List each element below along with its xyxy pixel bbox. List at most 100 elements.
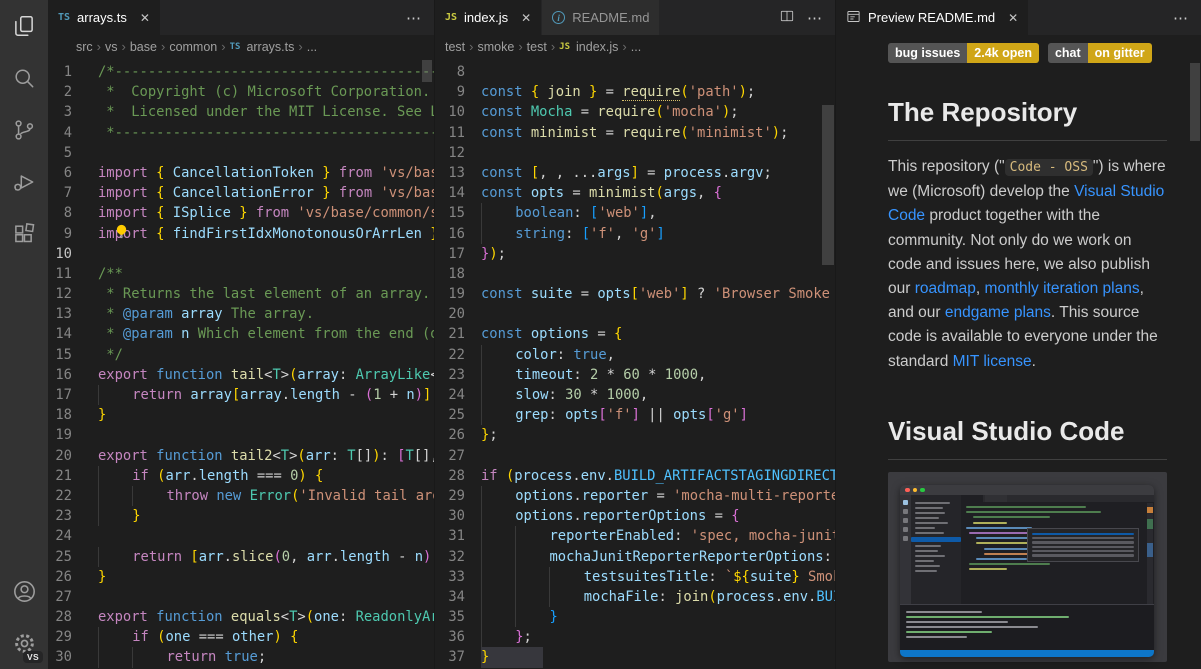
code-editor-arrays[interactable]: 1/*-------------------------------------… xyxy=(48,58,434,669)
code-line[interactable]: 25 return [arr.slice(0, arr.length - n),… xyxy=(48,547,434,567)
code-line[interactable]: 7import { CancellationError } from 'vs/b… xyxy=(48,183,434,203)
code-line[interactable]: 21 if (arr.length === 0) { xyxy=(48,466,434,486)
code-line[interactable]: 20export function tail2<T>(arr: T[]): [T… xyxy=(48,446,434,466)
search-icon[interactable] xyxy=(0,52,48,104)
breadcrumb-item[interactable]: common xyxy=(169,40,217,54)
readme-link[interactable]: monthly iteration plans xyxy=(985,280,1140,297)
run-debug-icon[interactable] xyxy=(0,156,48,208)
code-line[interactable]: 12 xyxy=(435,143,835,163)
code-line[interactable]: 11/** xyxy=(48,264,434,284)
tab-readme-md[interactable]: i README.md xyxy=(542,0,660,35)
code-line[interactable]: 15 */ xyxy=(48,345,434,365)
extensions-icon[interactable] xyxy=(0,208,48,260)
code-line[interactable]: 20 xyxy=(435,304,835,324)
code-line[interactable]: 8import { ISplice } from 'vs/base/common… xyxy=(48,203,434,223)
code-line[interactable]: 26} xyxy=(48,567,434,587)
code-line[interactable]: 14const opts = minimist(args, { xyxy=(435,183,835,203)
breadcrumb[interactable]: src›vs›base›common›TSarrays.ts›... xyxy=(48,35,434,58)
breadcrumb[interactable]: test›smoke›test›JSindex.js›... xyxy=(435,35,835,58)
code-line[interactable]: 15 boolean: ['web'], xyxy=(435,203,835,223)
code-line[interactable]: 22 color: true, xyxy=(435,345,835,365)
breadcrumb-item[interactable]: vs xyxy=(105,40,118,54)
tab-arrays-ts[interactable]: TS arrays.ts ✕ xyxy=(48,0,161,35)
code-line[interactable]: 28export function equals<T>(one: Readonl… xyxy=(48,607,434,627)
breadcrumb-file[interactable]: index.js xyxy=(576,40,618,54)
code-line[interactable]: 32 mochaJunitReporterReporterOptions: { xyxy=(435,547,835,567)
code-line[interactable]: 13const [, , ...args] = process.argv; xyxy=(435,163,835,183)
code-line[interactable]: 24 xyxy=(48,526,434,546)
close-icon[interactable]: ✕ xyxy=(1008,11,1018,25)
breadcrumb-item[interactable]: test xyxy=(527,40,547,54)
code-line[interactable]: 11const minimist = require('minimist'); xyxy=(435,123,835,143)
tab-index-js[interactable]: JS index.js ✕ xyxy=(435,0,542,35)
source-control-icon[interactable] xyxy=(0,104,48,156)
scrollbar[interactable] xyxy=(420,58,434,669)
breadcrumb-symbol-tail[interactable]: ... xyxy=(631,40,641,54)
code-line[interactable]: 2 * Copyright (c) Microsoft Corporation.… xyxy=(48,82,434,102)
breadcrumb-file[interactable]: arrays.ts xyxy=(246,40,294,54)
code-line[interactable]: 19 xyxy=(48,425,434,445)
readme-link[interactable]: endgame plans xyxy=(945,304,1051,321)
code-line[interactable]: 37} xyxy=(435,647,835,667)
code-line[interactable]: 27 xyxy=(48,587,434,607)
code-line[interactable]: 23 timeout: 2 * 60 * 1000, xyxy=(435,365,835,385)
code-line[interactable]: 13 * @param array The array. xyxy=(48,304,434,324)
code-line[interactable]: 29 if (one === other) { xyxy=(48,627,434,647)
breadcrumb-item[interactable]: smoke xyxy=(478,40,515,54)
code-line[interactable]: 9const { join } = require('path'); xyxy=(435,82,835,102)
code-line[interactable]: 18} xyxy=(48,405,434,425)
code-line[interactable]: 35 } xyxy=(435,607,835,627)
code-line[interactable]: 1/*-------------------------------------… xyxy=(48,62,434,82)
code-line[interactable]: 28if (process.env.BUILD_ARTIFACTSTAGINGD… xyxy=(435,466,835,486)
settings-gear-icon[interactable]: VS xyxy=(0,617,48,669)
explorer-icon[interactable] xyxy=(0,0,48,52)
scrollbar[interactable] xyxy=(821,58,835,669)
breadcrumb-item[interactable]: base xyxy=(130,40,157,54)
more-actions-icon[interactable]: ⋯ xyxy=(406,9,422,27)
code-line[interactable]: 4 *-------------------------------------… xyxy=(48,123,434,143)
readme-link[interactable]: MIT license xyxy=(953,353,1032,370)
code-line[interactable]: 29 options.reporter = 'mocha-multi-repor… xyxy=(435,486,835,506)
code-line[interactable]: 25 grep: opts['f'] || opts['g'] xyxy=(435,405,835,425)
code-line[interactable]: 5 xyxy=(48,143,434,163)
split-editor-icon[interactable] xyxy=(779,8,795,27)
close-icon[interactable]: ✕ xyxy=(140,11,150,25)
code-line[interactable]: 16 string: ['f', 'g'] xyxy=(435,224,835,244)
lightbulb-icon[interactable] xyxy=(114,224,129,239)
code-line[interactable]: 26}; xyxy=(435,425,835,445)
account-icon[interactable] xyxy=(0,565,48,617)
scrollbar[interactable] xyxy=(1189,35,1201,669)
code-line[interactable]: 8 xyxy=(435,62,835,82)
code-line[interactable]: 23 } xyxy=(48,506,434,526)
scrollbar-thumb[interactable] xyxy=(822,105,834,265)
code-line[interactable]: 24 slow: 30 * 1000, xyxy=(435,385,835,405)
readme-link[interactable]: roadmap xyxy=(915,280,976,297)
scrollbar-thumb[interactable] xyxy=(422,60,432,82)
breadcrumb-symbol-tail[interactable]: ... xyxy=(307,40,317,54)
code-line[interactable]: 18 xyxy=(435,264,835,284)
code-line[interactable]: 27 xyxy=(435,446,835,466)
code-line[interactable]: 21const options = { xyxy=(435,324,835,344)
code-line[interactable]: 10const Mocha = require('mocha'); xyxy=(435,102,835,122)
close-icon[interactable]: ✕ xyxy=(521,11,531,25)
code-line[interactable]: 34 mochaFile: join(process.env.BUILD_ART… xyxy=(435,587,835,607)
code-line[interactable]: 22 throw new Error('Invalid tail argumen… xyxy=(48,486,434,506)
breadcrumb-item[interactable]: test xyxy=(445,40,465,54)
code-line[interactable]: 30 return true; xyxy=(48,647,434,667)
code-line[interactable]: 30 options.reporterOptions = { xyxy=(435,506,835,526)
code-line[interactable]: 9import { findFirstIdxMonotonousOrArrLen… xyxy=(48,224,434,244)
code-line[interactable]: 12 * Returns the last element of an arra… xyxy=(48,284,434,304)
code-line[interactable]: 10 xyxy=(48,244,434,264)
code-line[interactable]: 17}); xyxy=(435,244,835,264)
code-line[interactable]: 19const suite = opts['web'] ? 'Browser S… xyxy=(435,284,835,304)
more-actions-icon[interactable]: ⋯ xyxy=(1173,9,1189,27)
code-line[interactable]: 6import { CancellationToken } from 'vs/b… xyxy=(48,163,434,183)
code-line[interactable]: 16export function tail<T>(array: ArrayLi… xyxy=(48,365,434,385)
scrollbar-thumb[interactable] xyxy=(1190,63,1200,141)
tab-preview-readme[interactable]: Preview README.md ✕ xyxy=(836,0,1029,35)
code-line[interactable]: 33 testsuitesTitle: `${suite} Smoke Test… xyxy=(435,567,835,587)
code-line[interactable]: 31 reporterEnabled: 'spec, mocha-junit-r… xyxy=(435,526,835,546)
code-line[interactable]: 3 * Licensed under the MIT License. See … xyxy=(48,102,434,122)
code-line[interactable]: 36 }; xyxy=(435,627,835,647)
code-editor-index[interactable]: 89const { join } = require('path');10con… xyxy=(435,58,835,669)
